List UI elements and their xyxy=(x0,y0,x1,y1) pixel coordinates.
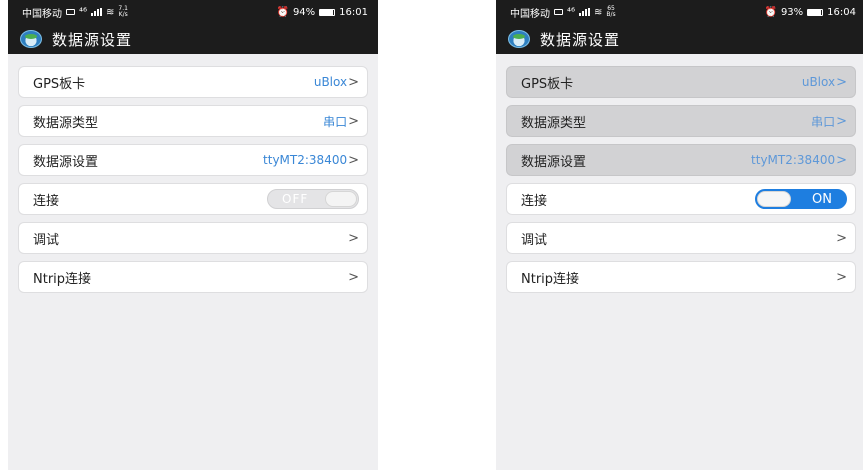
gps-board-label: GPS板卡 xyxy=(521,76,574,92)
wifi-icon: ≋ xyxy=(106,6,115,18)
chevron-right-icon: > xyxy=(348,230,359,246)
datasource-settings-label: 数据源设置 xyxy=(33,154,99,170)
datasource-settings-value: ttyMT2:38400 xyxy=(263,153,348,167)
network-type-label: ⁴⁶ xyxy=(567,6,576,18)
battery-percent: 93% xyxy=(780,6,804,18)
network-speed: 7.1 K/s xyxy=(118,6,128,18)
debug-label: 调试 xyxy=(33,232,60,248)
status-bar: 中国移动 ⁴⁶ ≋ 7.1 K/s ⏰ 94% 16:01 xyxy=(8,0,378,24)
ntrip-row[interactable]: Ntrip连接 > xyxy=(506,261,856,293)
datasource-type-value: 串口 xyxy=(811,114,836,129)
battery-icon xyxy=(807,8,824,16)
connect-toggle[interactable]: OFF xyxy=(267,189,359,209)
chevron-right-icon: > xyxy=(348,113,359,129)
app-globe-icon xyxy=(20,30,42,48)
battery-percent: 94% xyxy=(292,6,316,18)
chevron-right-icon: > xyxy=(348,74,359,90)
toggle-knob xyxy=(757,191,791,207)
datasource-type-label: 数据源类型 xyxy=(521,115,587,131)
chevron-right-icon: > xyxy=(348,152,359,168)
chevron-right-icon: > xyxy=(348,269,359,285)
chevron-right-icon: > xyxy=(836,74,847,90)
settings-list: GPS板卡 uBlox > 数据源类型 串口 > 数据源设置 ttyMT2:3840… xyxy=(8,54,378,293)
ntrip-label: Ntrip连接 xyxy=(33,271,92,287)
app-bar: 数据源设置 xyxy=(8,24,378,54)
sim-card-icon xyxy=(554,9,563,15)
app-globe-icon xyxy=(508,30,530,48)
datasource-settings-row: 数据源设置 ttyMT2:38400 > xyxy=(506,144,856,176)
clock-time: 16:01 xyxy=(339,6,368,18)
debug-label: 调试 xyxy=(521,232,548,248)
network-speed: 65 B/s xyxy=(606,6,615,18)
datasource-type-label: 数据源类型 xyxy=(33,115,99,131)
debug-row[interactable]: 调试 > xyxy=(18,222,368,254)
connect-label: 连接 xyxy=(33,193,60,209)
phone-screen-left: 中国移动 ⁴⁶ ≋ 7.1 K/s ⏰ 94% 16:01 数据源设置 GPS板… xyxy=(8,0,378,470)
toggle-knob xyxy=(325,191,357,207)
wifi-icon: ≋ xyxy=(594,6,603,18)
network-speed-unit: B/s xyxy=(606,11,616,18)
battery-icon xyxy=(319,8,336,16)
datasource-settings-label: 数据源设置 xyxy=(521,154,587,170)
carrier-label: 中国移动 xyxy=(22,8,62,20)
status-bar: 中国移动 ⁴⁶ ≋ 65 B/s ⏰ 93% 16:04 xyxy=(496,0,863,24)
ntrip-row[interactable]: Ntrip连接 > xyxy=(18,261,368,293)
datasource-type-row: 数据源类型 串口 > xyxy=(506,105,856,137)
gps-board-row[interactable]: GPS板卡 uBlox > xyxy=(18,66,368,98)
connect-toggle-label: OFF xyxy=(282,192,309,206)
connect-row: 连接 ON xyxy=(506,183,856,215)
chevron-right-icon: > xyxy=(836,269,847,285)
ntrip-label: Ntrip连接 xyxy=(521,271,580,287)
phone-screen-right: 中国移动 ⁴⁶ ≋ 65 B/s ⏰ 93% 16:04 数据源设置 GPS板卡… xyxy=(496,0,863,470)
connect-toggle[interactable]: ON xyxy=(755,189,847,209)
signal-strength-icon xyxy=(579,8,591,16)
sim-card-icon xyxy=(66,9,75,15)
app-bar: 数据源设置 xyxy=(496,24,863,54)
chevron-right-icon: > xyxy=(836,230,847,246)
alarm-clock-icon: ⏰ xyxy=(764,6,777,18)
gps-board-value: uBlox xyxy=(801,75,836,89)
chevron-right-icon: > xyxy=(836,152,847,168)
connect-label: 连接 xyxy=(521,193,548,209)
alarm-clock-icon: ⏰ xyxy=(276,6,289,18)
gps-board-row: GPS板卡 uBlox > xyxy=(506,66,856,98)
signal-strength-icon xyxy=(91,8,103,16)
network-type-label: ⁴⁶ xyxy=(79,6,88,18)
connect-toggle-label: ON xyxy=(812,192,832,207)
gps-board-label: GPS板卡 xyxy=(33,76,86,92)
debug-row[interactable]: 调试 > xyxy=(506,222,856,254)
gps-board-value: uBlox xyxy=(313,75,348,89)
datasource-settings-value: ttyMT2:38400 xyxy=(751,153,836,167)
connect-row: 连接 OFF xyxy=(18,183,368,215)
network-speed-unit: K/s xyxy=(118,11,128,18)
page-title: 数据源设置 xyxy=(540,30,621,49)
datasource-settings-row[interactable]: 数据源设置 ttyMT2:38400 > xyxy=(18,144,368,176)
battery-fill xyxy=(320,9,334,15)
page-title: 数据源设置 xyxy=(52,30,133,49)
clock-time: 16:04 xyxy=(827,6,856,18)
datasource-type-row[interactable]: 数据源类型 串口 > xyxy=(18,105,368,137)
datasource-type-value: 串口 xyxy=(323,114,348,129)
chevron-right-icon: > xyxy=(836,113,847,129)
battery-fill xyxy=(808,9,822,15)
carrier-label: 中国移动 xyxy=(510,8,550,20)
settings-list: GPS板卡 uBlox > 数据源类型 串口 > 数据源设置 ttyMT2:3840… xyxy=(496,54,863,293)
